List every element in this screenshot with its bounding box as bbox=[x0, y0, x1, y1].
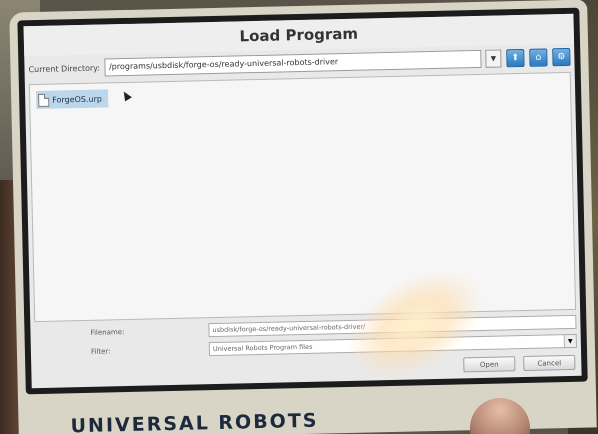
file-list[interactable]: ForgeOS.urp bbox=[28, 71, 577, 323]
brand-logo: UNIVERSAL ROBOTS bbox=[70, 409, 319, 434]
document-icon bbox=[38, 93, 50, 107]
gear-icon: ⚙ bbox=[557, 52, 566, 63]
file-item[interactable]: ForgeOS.urp bbox=[36, 89, 109, 110]
home-directory-button[interactable]: ⌂ bbox=[529, 48, 548, 67]
filter-label: Filter: bbox=[90, 347, 111, 356]
teach-pendant: Load Program Current Directory: /program… bbox=[9, 0, 597, 434]
home-icon: ⌂ bbox=[535, 52, 542, 63]
filename-label: Filename: bbox=[90, 328, 125, 337]
settings-button[interactable]: ⚙ bbox=[552, 47, 571, 67]
current-directory-label: Current Directory: bbox=[28, 63, 101, 74]
current-directory-field[interactable]: /programs/usbdisk/forge-os/ready-univers… bbox=[103, 49, 482, 77]
up-arrow-icon: ⬆ bbox=[511, 53, 520, 64]
filter-select[interactable]: Universal Robots Program files bbox=[208, 334, 565, 357]
triangle-down-icon: ▼ bbox=[490, 54, 497, 63]
mouse-cursor-icon bbox=[120, 89, 132, 102]
file-name: ForgeOS.urp bbox=[52, 94, 103, 105]
dialog-title: Load Program bbox=[239, 24, 359, 46]
screen-bezel: Load Program Current Directory: /program… bbox=[17, 7, 588, 395]
triangle-down-icon: ▼ bbox=[567, 337, 573, 345]
load-program-dialog: Load Program Current Directory: /program… bbox=[23, 13, 582, 389]
parent-directory-button[interactable]: ⬆ bbox=[506, 48, 525, 68]
filter-dropdown-button[interactable]: ▼ bbox=[564, 333, 577, 349]
dialog-actions: Open Cancel bbox=[463, 354, 576, 373]
cancel-button[interactable]: Cancel bbox=[523, 354, 576, 372]
open-button[interactable]: Open bbox=[463, 356, 516, 373]
directory-dropdown-button[interactable]: ▼ bbox=[485, 49, 502, 68]
